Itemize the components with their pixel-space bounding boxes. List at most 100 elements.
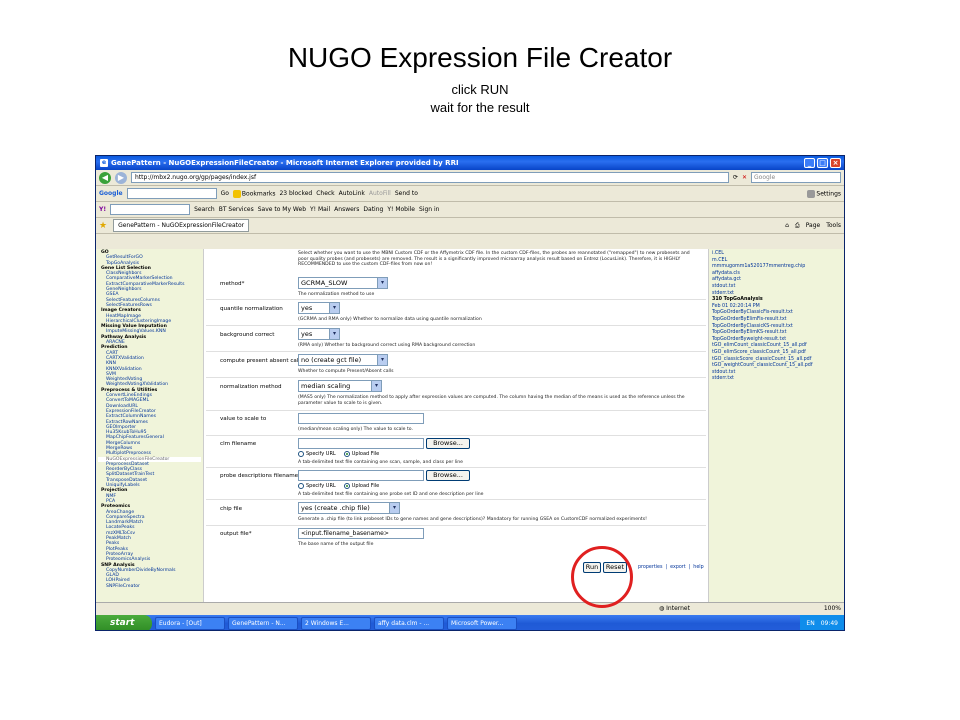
probe-desc-file-input[interactable] <box>298 470 424 481</box>
google-go-button[interactable]: Go <box>221 190 229 197</box>
export-link[interactable]: export <box>670 565 686 570</box>
divider <box>206 351 706 352</box>
chevron-down-icon: ▾ <box>329 329 339 339</box>
job-header[interactable]: 310 TopGoAnalysis <box>712 297 841 304</box>
tab-genepattern[interactable]: GenePattern - NuGOExpressionFileCreator <box>113 219 250 232</box>
upload-file-radio[interactable] <box>343 483 350 489</box>
tools-menu[interactable]: Tools <box>826 222 841 230</box>
status-bar: ◍ Internet 100% <box>96 602 844 614</box>
stop-icon[interactable]: ✕ <box>742 174 747 181</box>
popup-blocked-button[interactable]: 23 blocked <box>279 190 312 197</box>
answers-button[interactable]: Answers <box>334 206 359 213</box>
minimize-button[interactable]: _ <box>804 158 815 168</box>
page-menu[interactable]: Page <box>806 222 821 230</box>
start-button[interactable]: start <box>96 615 152 630</box>
result-file-link[interactable]: stdout.txt <box>712 284 841 291</box>
result-file-link[interactable]: TopGoOrderByElimKS-result.txt <box>712 330 841 337</box>
normalization-desc: (MAS5 only) The normalization method to … <box>298 395 685 406</box>
google-search-input[interactable] <box>126 188 217 199</box>
bookmarks-button[interactable]: Bookmarks <box>232 189 275 198</box>
result-file-link[interactable]: tGO_weightCount_classicCount_15_all.pdf <box>712 363 841 370</box>
yahoo-mail-button[interactable]: Y! Mail <box>310 206 330 213</box>
specify-url-radio[interactable] <box>298 483 304 489</box>
clm-label: clm filename <box>220 441 257 447</box>
probe-desc-label: probe descriptions filename <box>220 473 299 479</box>
favorites-star-icon[interactable]: ★ <box>99 221 107 231</box>
normalization-select[interactable]: median scaling ▾ <box>298 380 382 392</box>
yahoo-search-input[interactable] <box>110 204 191 215</box>
scale-to-input[interactable] <box>298 413 424 424</box>
yahoo-logo: Y! <box>99 206 107 213</box>
google-toolbar: Google Go Bookmarks 23 blocked Check Aut… <box>96 186 844 202</box>
search-box[interactable]: Google <box>751 172 841 183</box>
bt-services-button[interactable]: BT Services <box>219 206 254 213</box>
task-powerpoint[interactable]: Microsoft Power... <box>447 617 517 630</box>
yahoo-search-button[interactable]: Search <box>194 206 215 213</box>
task-affy-data[interactable]: affy data.clm - ... <box>374 617 444 630</box>
refresh-icon[interactable]: ⟳ <box>733 174 738 181</box>
chip-select[interactable]: yes (create .chip file) ▾ <box>298 502 400 514</box>
sign-in-button[interactable]: Sign in <box>419 206 439 213</box>
form-links: properties | export | help <box>638 565 704 570</box>
check-button[interactable]: Check <box>316 190 334 197</box>
background-desc: (RMA only) Whether to background correct… <box>298 343 476 348</box>
result-file-link[interactable]: stderr.txt <box>712 376 841 383</box>
task-genepattern[interactable]: GenePattern - N... <box>228 617 298 630</box>
background-select[interactable]: yes ▾ <box>298 328 340 340</box>
divider <box>206 499 706 500</box>
window-title: GenePattern - NuGOExpressionFileCreator … <box>111 159 459 167</box>
zoom-level[interactable]: 100% <box>824 605 841 612</box>
autofill-button[interactable]: AutoFill <box>369 190 391 197</box>
browser-window: e GenePattern - NuGOExpressionFileCreato… <box>95 155 845 631</box>
yahoo-toolbar: Y! Search BT Services Save to My Web Y! … <box>96 202 844 218</box>
job-results-panel: i.CEL m.CEL mmmugomm1a520177mmentreg.chip a… <box>708 249 844 602</box>
tab-row: ★ GenePattern - NuGOExpressionFileCreato… <box>96 218 844 234</box>
internet-zone: ◍ Internet <box>659 605 690 612</box>
print-icon[interactable]: ⎙ <box>795 222 800 230</box>
upload-file-label: Upload File <box>351 451 380 457</box>
task-eudora[interactable]: Eudora - [Out] <box>155 617 225 630</box>
clm-browse-button[interactable]: Browse... <box>426 438 470 449</box>
dating-button[interactable]: Dating <box>363 206 383 213</box>
properties-link[interactable]: properties <box>638 565 662 570</box>
result-file-link[interactable]: TopGoOrderByElimFis-result.txt <box>712 317 841 324</box>
autolink-button[interactable]: AutoLink <box>339 190 365 197</box>
language-indicator[interactable]: EN <box>806 615 814 630</box>
specify-url-radio[interactable] <box>298 451 304 457</box>
result-file-link[interactable]: TopGoOrderByClassicFis-result.txt <box>712 310 841 317</box>
method-label: method* <box>220 281 245 287</box>
close-button[interactable]: × <box>830 158 841 168</box>
quantile-label: quantile normalization <box>220 306 283 312</box>
forward-button[interactable]: ▶ <box>115 171 127 184</box>
save-to-my-web-button[interactable]: Save to My Web <box>258 206 306 213</box>
star-icon <box>232 189 241 198</box>
method-select[interactable]: GCRMA_SLOW ▾ <box>298 277 388 289</box>
help-link[interactable]: help <box>693 565 703 570</box>
result-file-link[interactable]: affydata.gct <box>712 277 841 284</box>
settings-button[interactable]: Settings <box>807 189 841 198</box>
upload-file-radio[interactable] <box>343 451 350 457</box>
chip-desc: Generate a .chip file (to link probeset … <box>298 517 647 522</box>
divider <box>206 410 706 411</box>
output-desc: The base name of the output file <box>298 542 374 547</box>
sidebar-item[interactable]: SNPFileCreator <box>98 584 201 589</box>
home-icon[interactable]: ⌂ <box>785 222 789 230</box>
maximize-button[interactable]: □ <box>817 158 828 168</box>
back-button[interactable]: ◀ <box>99 171 111 184</box>
address-bar[interactable]: http://mbx2.nugo.org/gp/pages/index.jsf <box>131 172 729 183</box>
result-file-link[interactable]: mmmugomm1a520177mmentreg.chip <box>712 264 841 271</box>
module-form: Select whether you want to use the MBNI … <box>206 249 706 602</box>
result-file-link[interactable]: tGO_elimCount_classicCount_15_all.pdf <box>712 343 841 350</box>
task-windows-explorer[interactable]: 2 Windows E... <box>301 617 371 630</box>
result-file-link[interactable]: tGO_elimScore_classicCount_15_all.pdf <box>712 350 841 357</box>
chevron-down-icon: ▾ <box>377 355 387 365</box>
send-to-button[interactable]: Send to <box>395 190 418 197</box>
yahoo-mobile-button[interactable]: Y! Mobile <box>387 206 415 213</box>
probe-desc-browse-button[interactable]: Browse... <box>426 470 470 481</box>
output-input[interactable]: <input.filename_basename> <box>298 528 424 539</box>
quantile-select[interactable]: yes ▾ <box>298 302 340 314</box>
clm-file-input[interactable] <box>298 438 424 449</box>
background-label: background correct <box>220 332 275 338</box>
result-file-link[interactable]: i.CEL <box>712 251 841 258</box>
present-absent-select[interactable]: no (create gct file) ▾ <box>298 354 388 366</box>
